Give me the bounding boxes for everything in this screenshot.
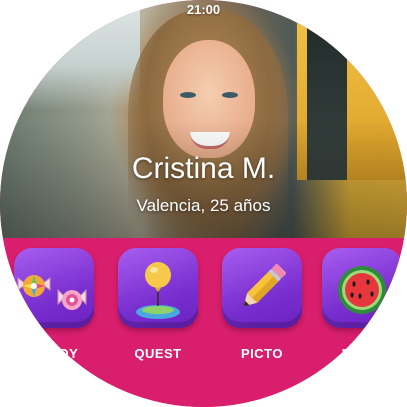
app-label: FRUIT xyxy=(341,346,383,361)
status-time: 21:00 xyxy=(186,2,221,17)
profile-location: Valencia, 25 años xyxy=(136,196,271,215)
app-label: QUEST xyxy=(134,346,182,361)
watch-screen: 21:00 Cristina M. Valencia, 25 años CAND… xyxy=(0,0,407,407)
pencil-icon xyxy=(243,264,286,307)
app-label: CANDY xyxy=(29,346,79,361)
profile-name: Cristina M. xyxy=(131,152,276,185)
candy-icon xyxy=(17,275,87,310)
app-picto[interactable]: PICTO xyxy=(222,248,302,361)
app-candy[interactable]: CANDY xyxy=(14,248,94,361)
app-carousel[interactable]: CANDY QUEST PICTO FRUIT xyxy=(0,238,407,407)
app-fruit[interactable]: FRUIT xyxy=(322,248,402,361)
watermelon-icon xyxy=(338,266,386,314)
app-quest[interactable]: QUEST xyxy=(118,248,198,361)
balloon-icon xyxy=(136,262,180,319)
